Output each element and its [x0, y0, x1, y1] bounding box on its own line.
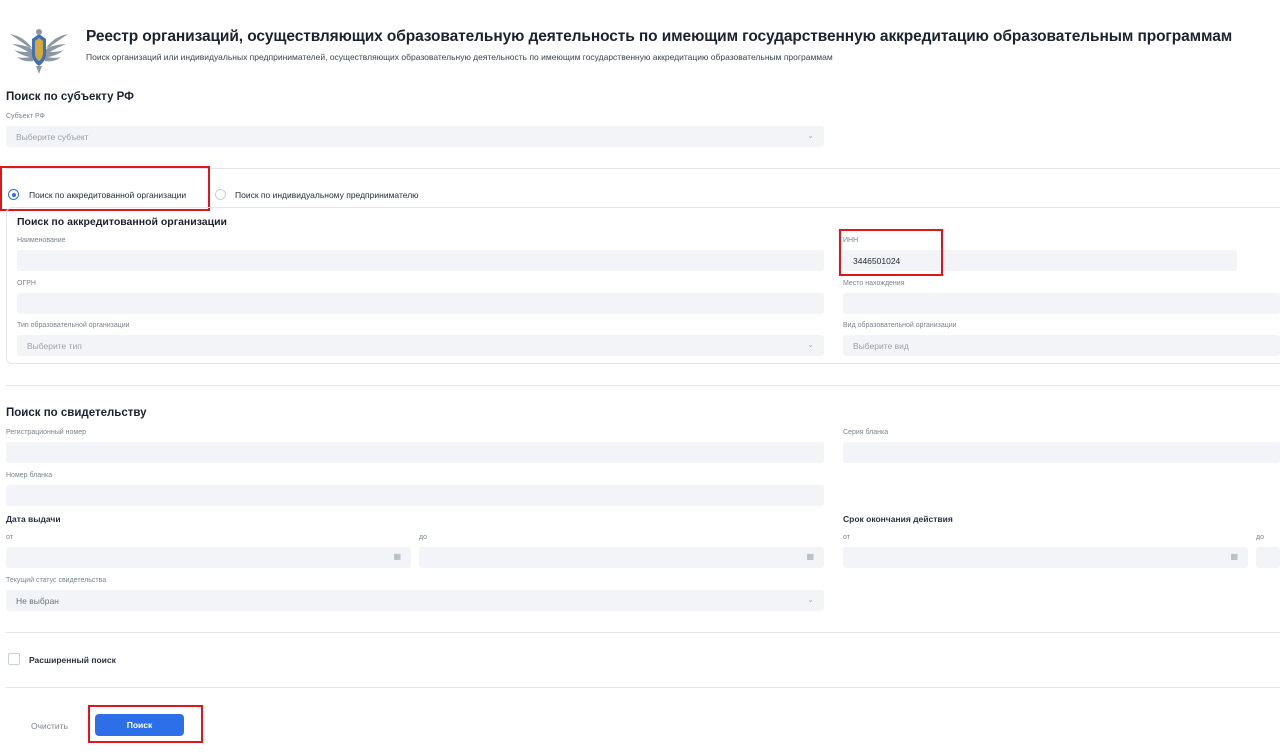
status-label: Текущий статус свидетельства: [6, 577, 107, 584]
location-label: Место нахождения: [843, 280, 905, 287]
subject-select[interactable]: Выберите субъект ⌄: [6, 126, 824, 147]
chevron-down-icon: ⌄: [807, 595, 814, 604]
reg-number-label: Регистрационный номер: [6, 429, 86, 436]
advanced-search-label[interactable]: Расширенный поиск: [29, 655, 116, 665]
blank-number-input[interactable]: [6, 485, 824, 506]
org-kind-placeholder: Выберите вид: [853, 341, 909, 351]
location-input[interactable]: [843, 293, 1280, 314]
chevron-down-icon: ⌄: [807, 340, 814, 349]
reg-number-input[interactable]: [6, 442, 824, 463]
subject-select-placeholder: Выберите субъект: [16, 132, 89, 142]
issue-date-title: Дата выдачи: [6, 514, 61, 524]
name-label: Наименование: [17, 237, 66, 244]
issue-date-to-input[interactable]: ▦: [419, 547, 824, 568]
subject-search-title: Поиск по субъекту РФ: [6, 91, 134, 103]
calendar-icon[interactable]: ▦: [393, 552, 401, 561]
page-title: Реестр организаций, осуществляющих образ…: [86, 28, 1233, 45]
expiry-from-label: от: [843, 534, 850, 541]
issue-from-label: от: [6, 534, 13, 541]
advanced-search-checkbox[interactable]: [8, 653, 20, 665]
emblem-logo: [6, 24, 72, 76]
org-kind-select[interactable]: Выберите вид: [843, 335, 1280, 356]
blank-series-input[interactable]: [843, 442, 1280, 463]
radio-individual-entrepreneur-label[interactable]: Поиск по индивидуальному предпринимателю: [235, 190, 419, 200]
radio-individual-entrepreneur[interactable]: [215, 189, 226, 200]
highlight-box-org-radio: [0, 166, 210, 211]
blank-series-label: Серия бланка: [843, 429, 889, 436]
expiry-to-label: до: [1256, 534, 1264, 541]
divider: [6, 632, 1280, 633]
name-input[interactable]: [17, 250, 824, 271]
divider: [6, 385, 1280, 386]
blank-number-label: Номер бланка: [6, 472, 53, 479]
radio-accredited-org-label[interactable]: Поиск по аккредитованной организации: [29, 190, 186, 200]
chevron-down-icon: ⌄: [807, 131, 814, 140]
calendar-icon[interactable]: ▦: [806, 552, 814, 561]
status-select-value: Не выбран: [16, 596, 59, 606]
highlight-box-search: [88, 705, 203, 743]
highlight-box-inn: [839, 229, 943, 276]
certificate-search-title: Поиск по свидетельству: [6, 407, 147, 419]
org-type-label: Тип образовательной организации: [17, 322, 130, 329]
expiry-date-to-input[interactable]: [1256, 547, 1280, 568]
ogrn-input[interactable]: [17, 293, 824, 314]
issue-date-from-input[interactable]: ▦: [6, 547, 411, 568]
org-type-placeholder: Выберите тип: [27, 341, 82, 351]
radio-accredited-org[interactable]: [8, 189, 19, 200]
ogrn-label: ОГРН: [17, 280, 36, 287]
issue-to-label: до: [419, 534, 427, 541]
divider: [6, 687, 1280, 688]
status-select[interactable]: Не выбран ⌄: [6, 590, 824, 611]
expiry-date-from-input[interactable]: ▦: [843, 547, 1248, 568]
clear-button[interactable]: Очистить: [31, 721, 68, 731]
org-type-select[interactable]: Выберите тип ⌄: [17, 335, 824, 356]
page-subtitle: Поиск организаций или индивидуальных пре…: [86, 52, 833, 62]
org-kind-label: Вид образовательной организации: [843, 322, 957, 329]
calendar-icon[interactable]: ▦: [1230, 552, 1238, 561]
org-search-title: Поиск по аккредитованной организации: [17, 216, 227, 228]
expiry-title: Срок окончания действия: [843, 514, 953, 524]
subject-label: Субъект РФ: [6, 113, 45, 120]
